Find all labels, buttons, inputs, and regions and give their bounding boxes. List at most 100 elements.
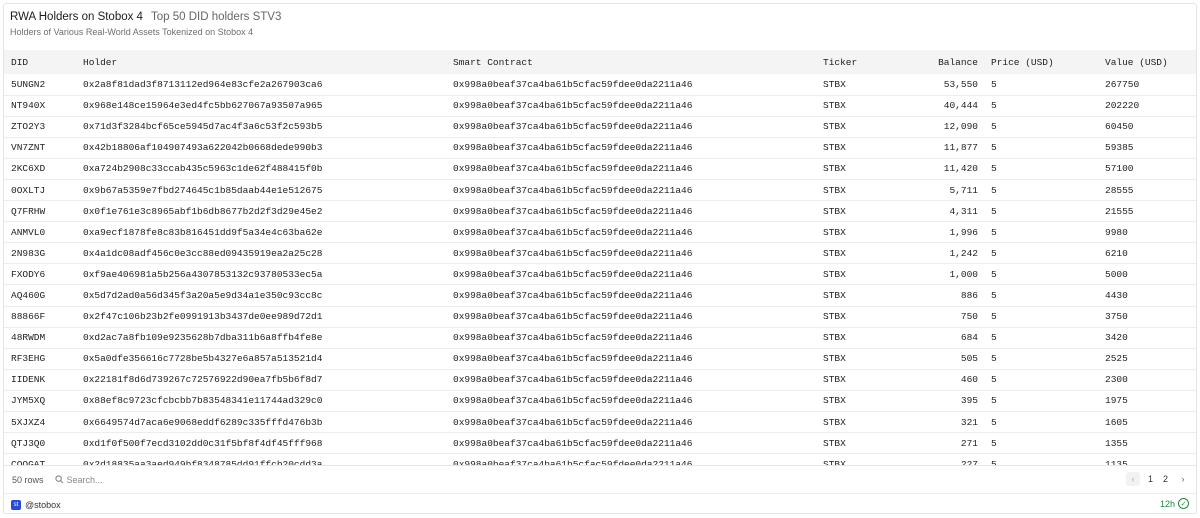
search-icon (54, 475, 63, 484)
cell-balance: 12,090 (898, 116, 984, 138)
cell-did: VN7ZNT (4, 137, 76, 159)
column-header-did[interactable]: DID (4, 50, 76, 74)
cell-price: 5 (984, 263, 1098, 286)
title-line: RWA Holders on Stobox 4 Top 50 DID holde… (10, 11, 1190, 23)
column-header-holder[interactable]: Holder (76, 50, 446, 74)
brand-link[interactable]: @stobox (25, 500, 61, 510)
cell-did: FXODY6 (4, 263, 76, 286)
cell-ticker: STBX (816, 348, 898, 370)
cell-value: 9980 (1098, 221, 1196, 244)
cell-balance: 460 (898, 369, 984, 391)
cell-did: 2KC6XD (4, 158, 76, 180)
cell-balance: 271 (898, 432, 984, 455)
cell-value: 57100 (1098, 158, 1196, 180)
table-row[interactable]: 48RWDM 0xd2ac7a8fb109e9235628b7dba311b6a8… (4, 327, 1196, 349)
cell-value: 2525 (1098, 348, 1196, 370)
cell-did: 88866F (4, 306, 76, 328)
cell-balance: 227 (898, 453, 984, 465)
freshness-indicator[interactable]: 12h ✓ (1160, 498, 1189, 509)
check-circle-icon: ✓ (1178, 498, 1189, 509)
table-row[interactable]: NT940X 0x968e148ce15964e3ed4fc5bb627067a9… (4, 95, 1196, 117)
cell-value: 1135 (1098, 453, 1196, 465)
cell-holder: 0x2d18835aa3aed949bf8348785dd91ffcb20cdd… (76, 453, 446, 465)
cell-balance: 11,877 (898, 137, 984, 159)
cell-did: 2N983G (4, 242, 76, 265)
cell-price: 5 (984, 158, 1098, 180)
holders-table: DID Holder Smart Contract Ticker Balance… (4, 50, 1196, 465)
cell-did: JYM5XQ (4, 390, 76, 413)
cell-price: 5 (984, 137, 1098, 159)
column-header-price[interactable]: Price (USD) (984, 50, 1098, 74)
page-2-button[interactable]: 2 (1161, 474, 1170, 484)
cell-balance: 40,444 (898, 95, 984, 117)
cell-ticker: STBX (816, 390, 898, 413)
cell-smart-contract: 0x998a0beaf37ca4ba61b5cfac59fdee0da2211a… (446, 327, 816, 349)
cell-did: AQ460G (4, 284, 76, 307)
table-row[interactable]: ANMVL0 0xa9ecf1878fe8c83b816451dd9f5a34e4… (4, 221, 1196, 244)
cell-holder: 0x42b18806af104907493a622042b0668dede990… (76, 137, 446, 159)
table-row[interactable]: 5XJXZ4 0x6649574d7aca6e9068eddf6289c335ff… (4, 411, 1196, 434)
table-row[interactable]: RF3EHG 0x5a0dfe356616c7728be5b4327e6a857a… (4, 348, 1196, 370)
column-header-value[interactable]: Value (USD) (1098, 50, 1196, 74)
cell-smart-contract: 0x998a0beaf37ca4ba61b5cfac59fdee0da2211a… (446, 369, 816, 391)
cell-ticker: STBX (816, 95, 898, 117)
cell-price: 5 (984, 348, 1098, 370)
cell-price: 5 (984, 411, 1098, 434)
cell-price: 5 (984, 242, 1098, 265)
search-input[interactable]: Search... (67, 475, 103, 485)
cell-value: 3420 (1098, 327, 1196, 349)
cell-did: 0OXLTJ (4, 179, 76, 202)
next-page-button[interactable]: › (1176, 472, 1190, 486)
cell-smart-contract: 0x998a0beaf37ca4ba61b5cfac59fdee0da2211a… (446, 390, 816, 413)
cell-price: 5 (984, 200, 1098, 223)
cell-holder: 0x9b67a5359e7fbd274645c1b85daab44e1e5126… (76, 179, 446, 202)
cell-balance: 53,550 (898, 74, 984, 96)
cell-smart-contract: 0x998a0beaf37ca4ba61b5cfac59fdee0da2211a… (446, 432, 816, 455)
cell-holder: 0x22181f8d6d739267c72576922d90ea7fb5b6f8… (76, 369, 446, 391)
table-row[interactable]: Q7FRHW 0x0f1e761e3c8965abf1b6db8677b2d2f3… (4, 200, 1196, 223)
cell-value: 1605 (1098, 411, 1196, 434)
cell-value: 28555 (1098, 179, 1196, 202)
table-row[interactable]: 5UNGN2 0x2a8f81dad3f8713112ed964e83cfe2a2… (4, 74, 1196, 96)
table-row[interactable]: IIDENK 0x22181f8d6d739267c72576922d90ea7f… (4, 369, 1196, 391)
table-row[interactable]: JYM5XQ 0x88ef8c9723cfcbcbb7b83548341e1174… (4, 390, 1196, 413)
cell-smart-contract: 0x998a0beaf37ca4ba61b5cfac59fdee0da2211a… (446, 95, 816, 117)
cell-holder: 0x2f47c106b23b2fe0991913b3437de0ee989d72… (76, 306, 446, 328)
search-box[interactable]: Search... (52, 472, 106, 488)
cell-value: 1355 (1098, 432, 1196, 455)
cell-balance: 1,242 (898, 242, 984, 265)
column-header-balance[interactable]: Balance (898, 50, 984, 74)
table-row[interactable]: 0OXLTJ 0x9b67a5359e7fbd274645c1b85daab44e… (4, 179, 1196, 202)
column-header-smart-contract[interactable]: Smart Contract (446, 50, 816, 74)
cell-holder: 0x968e148ce15964e3ed4fc5bb627067a93507a9… (76, 95, 446, 117)
cell-smart-contract: 0x998a0beaf37ca4ba61b5cfac59fdee0da2211a… (446, 263, 816, 286)
cell-price: 5 (984, 74, 1098, 96)
table-row[interactable]: ZTO2Y3 0x71d3f3284bcf65ce5945d7ac4f3a6c53… (4, 116, 1196, 138)
table-row[interactable]: AQ460G 0x5d7d2ad0a56d345f3a20a5e9d34a1e35… (4, 284, 1196, 307)
table-row[interactable]: 2KC6XD 0xa724b2908c33ccab435c5963c1de62f4… (4, 158, 1196, 180)
table-row[interactable]: VN7ZNT 0x42b18806af104907493a622042b0668d… (4, 137, 1196, 159)
cell-ticker: STBX (816, 306, 898, 328)
page-1-button[interactable]: 1 (1146, 474, 1155, 484)
prev-page-button[interactable]: ‹ (1125, 472, 1140, 486)
cell-ticker: STBX (816, 453, 898, 465)
column-header-ticker[interactable]: Ticker (816, 50, 898, 74)
table-row[interactable]: COOGAT 0x2d18835aa3aed949bf8348785dd91ffc… (4, 453, 1196, 465)
cell-smart-contract: 0x998a0beaf37ca4ba61b5cfac59fdee0da2211a… (446, 137, 816, 159)
cell-did: Q7FRHW (4, 200, 76, 223)
cell-balance: 1,996 (898, 221, 984, 244)
table-row[interactable]: FXODY6 0xf9ae406981a5b256a4307853132c9378… (4, 263, 1196, 286)
cell-ticker: STBX (816, 158, 898, 180)
cell-did: ZTO2Y3 (4, 116, 76, 138)
cell-smart-contract: 0x998a0beaf37ca4ba61b5cfac59fdee0da2211a… (446, 284, 816, 307)
table-container[interactable]: DID Holder Smart Contract Ticker Balance… (4, 50, 1196, 465)
table-row[interactable]: QTJ3Q0 0xd1f0f500f7ecd3102dd0c31f5bf8f4df… (4, 432, 1196, 455)
cell-smart-contract: 0x998a0beaf37ca4ba61b5cfac59fdee0da2211a… (446, 242, 816, 265)
cell-value: 60450 (1098, 116, 1196, 138)
table-row[interactable]: 88866F 0x2f47c106b23b2fe0991913b3437de0ee… (4, 306, 1196, 328)
cell-holder: 0x71d3f3284bcf65ce5945d7ac4f3a6c53f2c593… (76, 116, 446, 138)
cell-ticker: STBX (816, 221, 898, 244)
cell-value: 2300 (1098, 369, 1196, 391)
cell-balance: 4,311 (898, 200, 984, 223)
table-row[interactable]: 2N983G 0x4a1dc08adf456c0e3cc88ed09435919e… (4, 242, 1196, 265)
